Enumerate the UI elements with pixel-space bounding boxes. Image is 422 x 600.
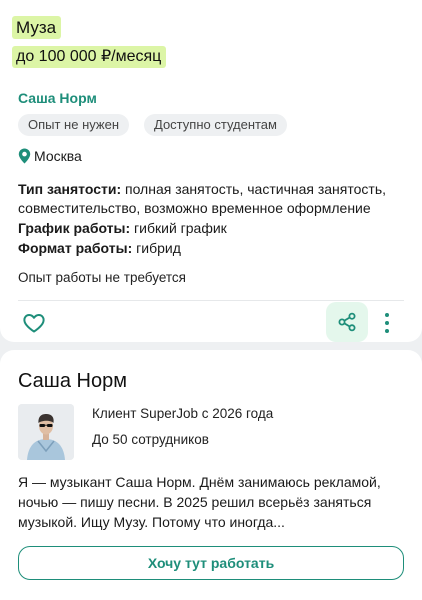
employer-about: Я — музыкант Саша Норм. Днём занимаюсь р… [18, 474, 381, 530]
apply-button[interactable]: Хочу тут работать [18, 546, 404, 580]
person-photo-icon [18, 404, 74, 460]
staff-size: До 50 сотрудников [92, 432, 209, 447]
share-button[interactable] [326, 302, 368, 342]
client-since: Клиент SuperJob с 2026 года [92, 406, 274, 421]
schedule-value: гибкий график [130, 220, 227, 236]
vacancy-title[interactable]: Муза [12, 16, 62, 39]
employment-type-label: Тип занятости: [18, 181, 122, 197]
vacancy-salary: до 100 000 ₽/месяц [12, 46, 167, 68]
location: Москва [18, 148, 82, 164]
location-pin-icon [18, 148, 31, 164]
more-vertical-icon[interactable] [380, 310, 394, 336]
company-link[interactable]: Саша Норм [18, 90, 97, 106]
location-text: Москва [34, 148, 82, 164]
employer-card: Саша Норм Клиент SuperJob с 2026 года До… [0, 350, 422, 600]
dot [385, 313, 389, 317]
employment-type-row: Тип занятости: полная занятость, частичн… [18, 180, 410, 218]
share-icon [338, 312, 356, 332]
tag-students: Доступно студентам [144, 114, 287, 136]
vacancy-card: Муза до 100 000 ₽/месяц Саша Норм Опыт н… [0, 0, 422, 342]
dot [385, 329, 389, 333]
employment-details: Тип занятости: полная занятость, частичн… [18, 180, 410, 259]
employer-name[interactable]: Саша Норм [18, 370, 127, 393]
divider [18, 300, 404, 301]
work-format-value: гибрид [132, 240, 181, 256]
employer-avatar[interactable] [18, 404, 74, 460]
schedule-row: График работы: гибкий график [18, 219, 410, 238]
dot [385, 321, 389, 325]
heart-icon[interactable] [22, 311, 46, 335]
tag-no-experience: Опыт не нужен [18, 114, 130, 136]
work-format-label: Формат работы: [18, 240, 133, 256]
schedule-label: График работы: [18, 220, 131, 236]
work-format-row: Формат работы: гибрид [18, 239, 410, 258]
experience-text: Опыт работы не требуется [18, 270, 186, 285]
